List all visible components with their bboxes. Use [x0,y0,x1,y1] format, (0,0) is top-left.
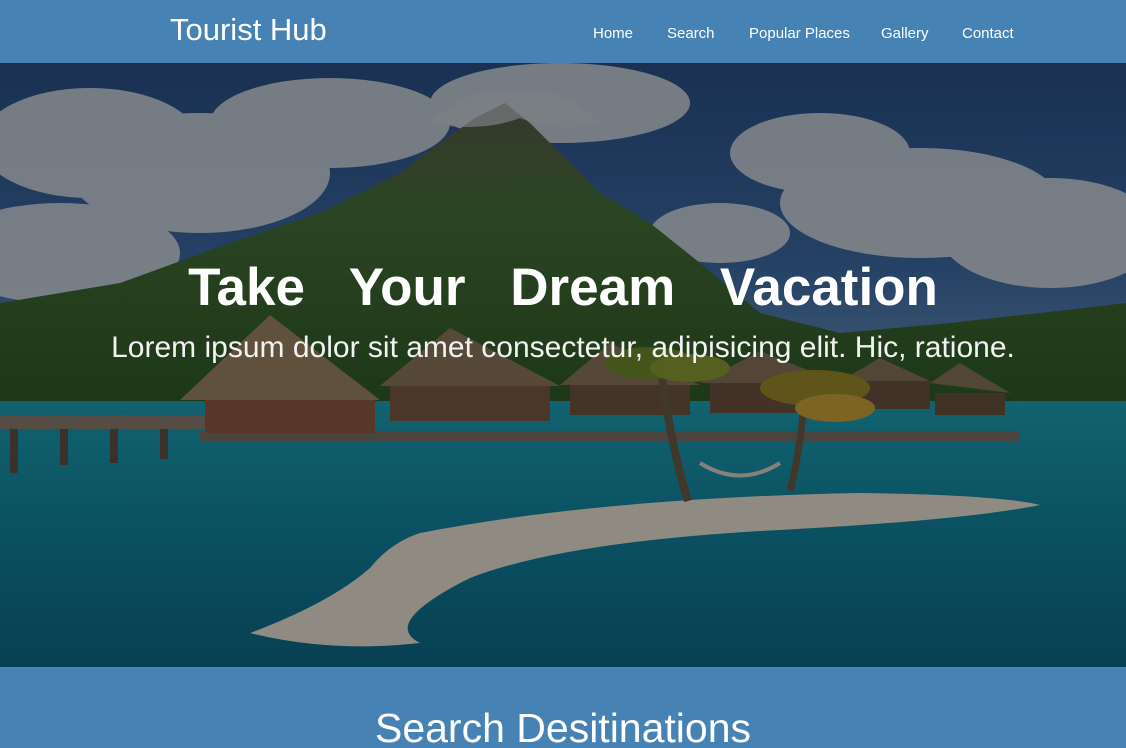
nav-link-search[interactable]: Search [667,25,715,42]
hero-subtitle: Lorem ipsum dolor sit amet consectetur, … [111,331,1015,364]
hero-title: Take Your Dream Vacation [188,258,938,317]
nav-item-contact: Contact [962,24,1014,44]
nav-link-popular-places[interactable]: Popular Places [749,25,850,42]
search-section-heading: Search Desitinations [374,705,752,748]
nav-item-search: Search [667,24,715,44]
navbar: Tourist Hub Home Search Popular Places G… [0,0,1126,63]
hero-banner: Take Your Dream Vacation Lorem ipsum dol… [0,63,1126,667]
nav-item-gallery: Gallery [881,24,929,44]
nav-link-contact[interactable]: Contact [962,25,1014,42]
nav-item-popular-places: Popular Places [749,24,850,44]
nav-item-home: Home [593,24,633,44]
nav-menu: Home Search Popular Places Gallery Conta… [0,0,1126,63]
search-section: Search Desitinations [0,667,1126,748]
nav-link-gallery[interactable]: Gallery [881,25,929,42]
nav-link-home[interactable]: Home [593,25,633,42]
